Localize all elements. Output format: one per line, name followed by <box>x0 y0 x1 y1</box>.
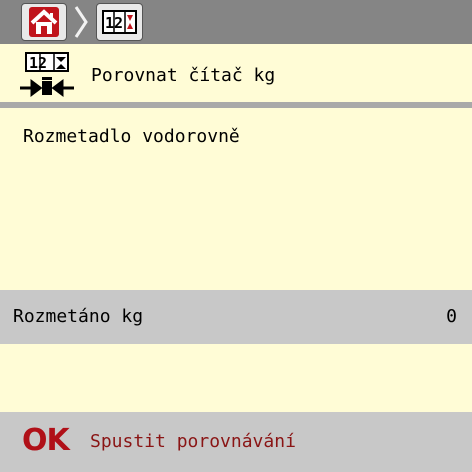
screen: 12 12 Porovnat čítač kg Rozmetadlo vodor… <box>0 0 472 472</box>
calibrate-icon-text: 12 <box>29 54 47 72</box>
counter-breadcrumb-button[interactable]: 12 <box>96 3 143 41</box>
ok-icon: OK <box>22 423 70 458</box>
title-divider <box>0 102 472 108</box>
spread-amount-label: Rozmetáno kg <box>13 306 144 327</box>
home-button[interactable] <box>21 3 67 41</box>
start-comparison-softkey[interactable]: OK Spustit porovnávání <box>0 412 472 472</box>
start-comparison-label: Spustit porovnávání <box>90 431 296 452</box>
counter-icon: 12 <box>102 10 137 34</box>
spread-amount-row: Rozmetáno kg 0 <box>0 290 472 344</box>
page-title: Porovnat čítač kg <box>91 65 276 86</box>
chevron-right-icon <box>74 6 88 38</box>
title-row: 12 Porovnat čítač kg <box>0 44 472 102</box>
spread-amount-value: 0 <box>446 306 457 327</box>
breadcrumb-bar: 12 <box>0 0 472 44</box>
home-icon <box>29 7 59 37</box>
counter-icon-text: 12 <box>105 14 123 32</box>
calibrate-counter-icon: 12 <box>20 52 74 97</box>
status-message: Rozmetadlo vodorovně <box>23 126 240 147</box>
